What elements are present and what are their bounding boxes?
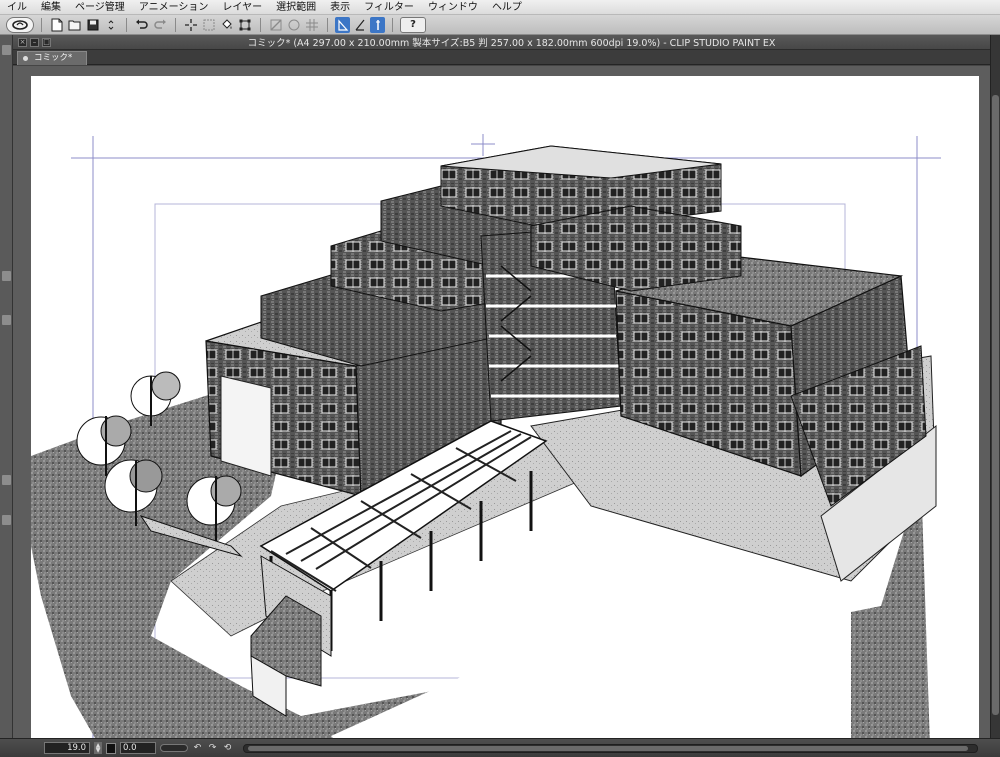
snap-special-ruler-icon[interactable]: [352, 17, 368, 33]
clear-selection-icon[interactable]: [183, 17, 199, 33]
redo-icon[interactable]: [152, 17, 168, 33]
palette-handle[interactable]: [2, 45, 11, 55]
transform-icon[interactable]: [237, 17, 253, 33]
toolbar-separator: [260, 17, 261, 32]
toolbar-separator: [41, 17, 42, 32]
grid-icon[interactable]: [304, 17, 320, 33]
vertical-scroll-thumb[interactable]: [992, 95, 999, 715]
canvas-area[interactable]: [13, 66, 990, 738]
rotation-angle-field[interactable]: 0.0: [120, 742, 156, 754]
document-window: × – □ コミック* (A4 297.00 x 210.00mm 製本サイズ:…: [13, 35, 990, 738]
command-bar: ?: [0, 15, 1000, 35]
snap-grid-icon[interactable]: [370, 16, 385, 33]
status-bar: 19.0 ▲ ▼ 0.0 ↶ ↷ ⟲: [0, 738, 1000, 757]
horizontal-scrollbar[interactable]: [243, 743, 978, 753]
window-title: コミック* (A4 297.00 x 210.00mm 製本サイズ:B5 判 2…: [247, 38, 776, 49]
menu-view[interactable]: 表示: [323, 0, 357, 14]
minimize-icon[interactable]: –: [30, 37, 39, 47]
palette-handle[interactable]: [2, 271, 11, 281]
fit-view-icon[interactable]: [106, 742, 116, 754]
new-file-icon[interactable]: [49, 17, 65, 33]
menu-edit[interactable]: 編集: [34, 0, 68, 14]
document-titlebar: × – □ コミック* (A4 297.00 x 210.00mm 製本サイズ:…: [13, 35, 990, 50]
scale-icon[interactable]: [268, 17, 284, 33]
save-dropdown-icon[interactable]: [103, 17, 119, 33]
palette-handle[interactable]: [2, 315, 11, 325]
tab-label: コミック*: [34, 53, 73, 63]
palette-handle[interactable]: [2, 515, 11, 525]
menu-page-management[interactable]: ページ管理: [68, 0, 132, 14]
fill-icon[interactable]: [219, 17, 235, 33]
reset-rotation-icon[interactable]: ⟲: [222, 743, 233, 754]
building-illustration: [31, 134, 941, 738]
maximize-icon[interactable]: □: [42, 37, 51, 47]
crop-icon[interactable]: [201, 17, 217, 33]
open-file-icon[interactable]: [67, 17, 83, 33]
left-palette-strip: [0, 35, 13, 738]
menu-animation[interactable]: アニメーション: [132, 0, 216, 14]
help-button[interactable]: ?: [400, 16, 426, 33]
document-tab-bar: コミック*: [13, 50, 990, 65]
vertical-scrollbar[interactable]: [990, 35, 1000, 738]
menu-selection[interactable]: 選択範囲: [269, 0, 323, 14]
save-icon[interactable]: [85, 17, 101, 33]
toolbar-separator: [126, 17, 127, 32]
tab-modified-dot-icon: [23, 56, 28, 61]
rotate-right-icon[interactable]: ↷: [207, 743, 218, 754]
menu-layer[interactable]: レイヤー: [215, 0, 269, 14]
palette-handle[interactable]: [2, 475, 11, 485]
menu-filter[interactable]: フィルター: [357, 0, 421, 14]
tab-comic[interactable]: コミック*: [17, 51, 88, 65]
toolbar-separator: [392, 17, 393, 32]
toolbar-separator: [175, 17, 176, 32]
menu-window[interactable]: ウィンドウ: [421, 0, 485, 14]
menu-help[interactable]: ヘルプ: [485, 0, 529, 14]
close-icon[interactable]: ×: [18, 37, 27, 47]
horizontal-scroll-thumb[interactable]: [248, 745, 968, 751]
undo-icon[interactable]: [134, 17, 150, 33]
zoom-stepper[interactable]: ▲ ▼: [94, 742, 102, 754]
rotation-slider[interactable]: [160, 744, 188, 752]
toolbar-separator: [327, 17, 328, 32]
rotate-left-icon[interactable]: ↶: [192, 743, 203, 754]
snap-ruler-icon[interactable]: [335, 16, 350, 33]
menu-bar: イル 編集 ページ管理 アニメーション レイヤー 選択範囲 表示 フィルター ウ…: [0, 0, 1000, 15]
zoom-level-field[interactable]: 19.0: [44, 742, 90, 754]
left-wing-white-band: [220, 375, 272, 477]
rotate-icon[interactable]: [286, 17, 302, 33]
app-logo-icon[interactable]: [6, 16, 34, 33]
menu-file[interactable]: イル: [0, 0, 34, 14]
canvas-page[interactable]: [31, 76, 979, 738]
